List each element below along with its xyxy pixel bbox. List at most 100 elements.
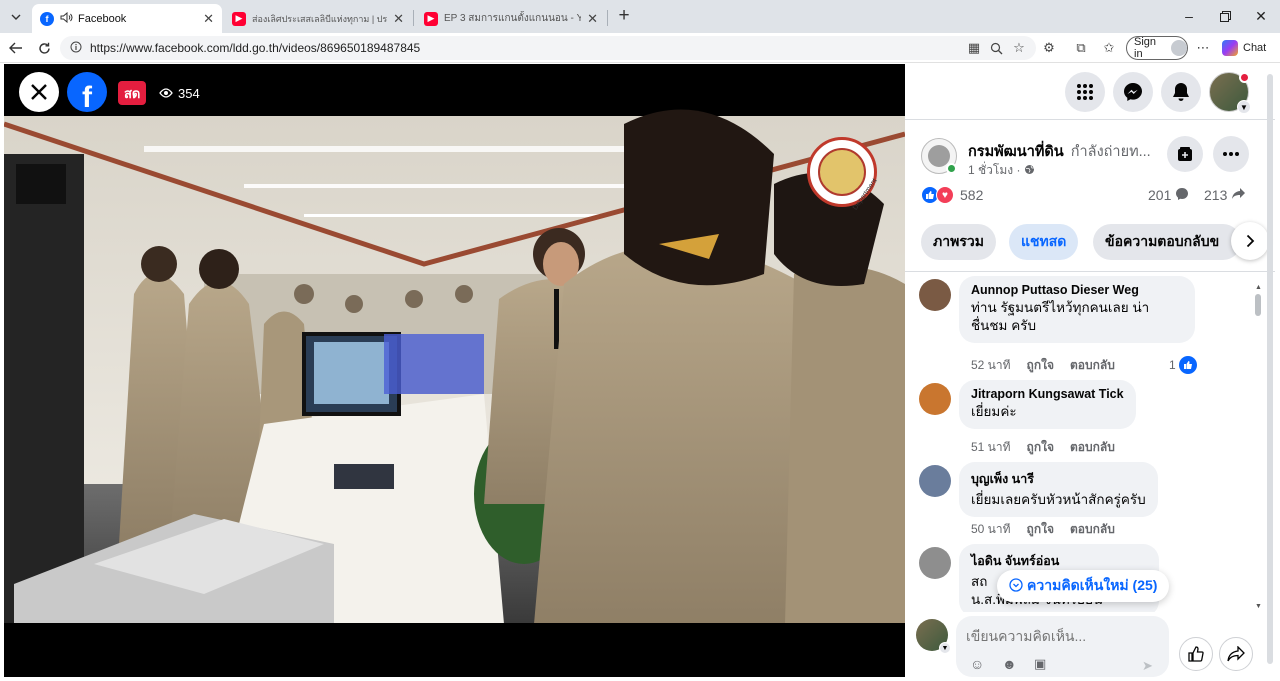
tab-actions-menu-icon[interactable] bbox=[6, 7, 26, 27]
like-reaction-icon bbox=[1178, 356, 1197, 374]
browser-tab-facebook[interactable]: f Facebook ✕ bbox=[32, 4, 222, 33]
reload-button[interactable] bbox=[33, 38, 55, 58]
shares-count[interactable]: 213 bbox=[1204, 185, 1246, 205]
address-bar[interactable]: https://www.facebook.com/ldd.go.th/video… bbox=[60, 36, 1036, 60]
bell-icon bbox=[1173, 83, 1189, 101]
commenter-avatar[interactable] bbox=[919, 279, 951, 311]
commenter-name[interactable]: ไอดิน จันทร์อ่อน bbox=[971, 551, 1147, 571]
live-badge: สด bbox=[118, 81, 147, 105]
browser-tab-youtube[interactable]: ▶ EP 3 สมการแกนตั้งแกนนอน - YouTube ✕ bbox=[416, 4, 606, 33]
save-icon bbox=[1178, 147, 1192, 161]
more-options-icon[interactable]: ⋯ bbox=[1194, 39, 1212, 57]
commenter-avatar[interactable] bbox=[919, 465, 951, 497]
comment-like-count-value: 1 bbox=[1169, 358, 1176, 372]
favorite-star-icon[interactable]: ☆ bbox=[1010, 39, 1028, 57]
page-name[interactable]: กรมพัฒนาที่ดิน bbox=[968, 144, 1064, 160]
comment-input[interactable] bbox=[966, 625, 1156, 647]
close-tab-icon[interactable]: ✕ bbox=[203, 11, 214, 27]
comment-text: ท่าน รัฐมนตรีไหว้ทุกคนเลย น่า bbox=[971, 300, 1150, 315]
notifications-button[interactable] bbox=[1161, 72, 1201, 112]
like-comment-button[interactable]: ถูกใจ bbox=[1027, 438, 1054, 457]
facebook-logo-icon[interactable]: f bbox=[67, 72, 107, 114]
save-video-button[interactable] bbox=[1167, 136, 1203, 172]
divider bbox=[905, 119, 1275, 120]
shares-count-value: 213 bbox=[1204, 187, 1228, 203]
tab-overview[interactable]: ภาพรวม bbox=[921, 224, 996, 260]
browser-tab-strip: f Facebook ✕ ▶ ส่องเลิศประเสสเลลิบีแห่งท… bbox=[0, 0, 1280, 33]
arrow-down-circle-icon bbox=[1009, 577, 1023, 595]
close-window-button[interactable]: ✕ bbox=[1252, 7, 1270, 25]
video-player[interactable]: Department f สด 354 bbox=[4, 64, 905, 677]
close-tab-icon[interactable]: ✕ bbox=[587, 11, 598, 27]
zoom-icon[interactable] bbox=[987, 39, 1005, 57]
comment-text: เยี่ยมเลยครับหัวหน้าสักครู่ครับ bbox=[971, 492, 1146, 507]
new-tab-button[interactable]: + bbox=[613, 5, 635, 26]
comments-count-value: 201 bbox=[1148, 187, 1172, 203]
sticker-icon[interactable]: ▣ bbox=[1034, 656, 1046, 672]
menu-grid-button[interactable] bbox=[1065, 72, 1105, 112]
restore-button[interactable] bbox=[1216, 7, 1234, 25]
copilot-chat-button[interactable]: Chat bbox=[1222, 38, 1266, 58]
reader-view-icon[interactable]: ▦ bbox=[965, 39, 983, 57]
tabs-next-button[interactable] bbox=[1231, 222, 1269, 260]
commenter-avatar[interactable] bbox=[919, 383, 951, 415]
comments-count[interactable]: 201 bbox=[1148, 185, 1189, 205]
comment-time[interactable]: 50 นาที bbox=[971, 520, 1011, 539]
reply-comment-button[interactable]: ตอบกลับ bbox=[1070, 356, 1115, 375]
reactions-summary[interactable]: ♥ 582 bbox=[921, 185, 983, 205]
reactions-count: 582 bbox=[960, 187, 984, 203]
new-comments-button[interactable]: ความคิดเห็นใหม่ (25) bbox=[997, 570, 1170, 602]
comments-scrollbar[interactable]: ▲ ▼ bbox=[1254, 284, 1262, 610]
comment-actions: 51 นาที ถูกใจ ตอบกลับ bbox=[971, 438, 1115, 457]
page-avatar[interactable] bbox=[921, 138, 957, 174]
composer-avatar[interactable]: ▼ bbox=[916, 619, 951, 654]
like-comment-button[interactable]: ถูกใจ bbox=[1027, 520, 1054, 539]
sign-in-button[interactable]: Sign in bbox=[1126, 36, 1188, 60]
favorites-icon[interactable]: ✩ bbox=[1100, 39, 1118, 57]
comment-bubble: บุญเพ็ง นารี เยี่ยมเลยครับหัวหน้าสักครู่… bbox=[959, 462, 1158, 517]
site-info-icon[interactable] bbox=[70, 41, 82, 56]
post-time[interactable]: 1 ชั่วโมง · bbox=[968, 161, 1020, 180]
commenter-name[interactable]: Jitraporn Kungsawat Tick bbox=[971, 387, 1124, 401]
comment-composer[interactable]: ☺ ☻ ▣ ➤ bbox=[956, 616, 1169, 677]
post-header: กรมพัฒนาที่ดิน กำลังถ่ายท... bbox=[968, 140, 1168, 163]
like-comment-button[interactable]: ถูกใจ bbox=[1027, 356, 1054, 375]
chevron-down-icon[interactable]: ▼ bbox=[939, 642, 951, 654]
browser-tab-history[interactable]: ▶ ส่องเลิศประเสสเลลิบีแห่งทุกาม | ประวัต… bbox=[224, 4, 412, 33]
comment-bubble-icon bbox=[1175, 187, 1189, 204]
comment-bubble: Aunnop Puttaso Dieser Weg ท่าน รัฐมนตรีไ… bbox=[959, 276, 1195, 343]
tab-live-chat[interactable]: แชทสด bbox=[1009, 224, 1079, 260]
comment: Aunnop Puttaso Dieser Weg ท่าน รัฐมนตรีไ… bbox=[919, 276, 1259, 376]
tab-replies[interactable]: ข้อความตอบกลับข bbox=[1093, 224, 1241, 260]
more-options-button[interactable] bbox=[1213, 136, 1249, 172]
close-tab-icon[interactable]: ✕ bbox=[393, 11, 404, 27]
globe-icon bbox=[1024, 164, 1035, 178]
back-button[interactable] bbox=[5, 38, 27, 58]
like-button[interactable] bbox=[1179, 637, 1213, 671]
split-screen-icon[interactable]: ⧉ bbox=[1072, 39, 1090, 57]
avatar-sticker-icon[interactable]: ☺ bbox=[970, 656, 984, 672]
close-video-button[interactable] bbox=[19, 72, 59, 112]
send-icon[interactable]: ➤ bbox=[1142, 658, 1153, 674]
extensions-icon[interactable]: ⚙ bbox=[1040, 39, 1058, 57]
tab-separator bbox=[413, 10, 414, 26]
youtube-favicon-icon: ▶ bbox=[232, 11, 246, 26]
account-avatar[interactable]: ▼ bbox=[1209, 72, 1251, 114]
chevron-down-icon[interactable]: ▼ bbox=[1237, 100, 1251, 114]
thumbs-up-icon bbox=[1188, 646, 1204, 662]
minimize-button[interactable]: – bbox=[1180, 7, 1198, 25]
reply-comment-button[interactable]: ตอบกลับ bbox=[1070, 520, 1115, 539]
reply-comment-button[interactable]: ตอบกลับ bbox=[1070, 438, 1115, 457]
commenter-avatar[interactable] bbox=[919, 547, 951, 579]
speaker-icon[interactable] bbox=[60, 11, 73, 26]
sign-in-label: Sign in bbox=[1134, 36, 1157, 60]
commenter-name[interactable]: บุญเพ็ง นารี bbox=[971, 469, 1146, 489]
panel-scrollbar[interactable] bbox=[1267, 74, 1273, 664]
comment-like-count[interactable]: 1 bbox=[1169, 356, 1197, 374]
comment-time[interactable]: 52 นาที bbox=[971, 356, 1011, 375]
commenter-name[interactable]: Aunnop Puttaso Dieser Weg bbox=[971, 283, 1183, 297]
comment-time[interactable]: 51 นาที bbox=[971, 438, 1011, 457]
emoji-icon[interactable]: ☻ bbox=[1002, 656, 1017, 672]
messenger-button[interactable] bbox=[1113, 72, 1153, 112]
share-button[interactable] bbox=[1219, 637, 1253, 671]
